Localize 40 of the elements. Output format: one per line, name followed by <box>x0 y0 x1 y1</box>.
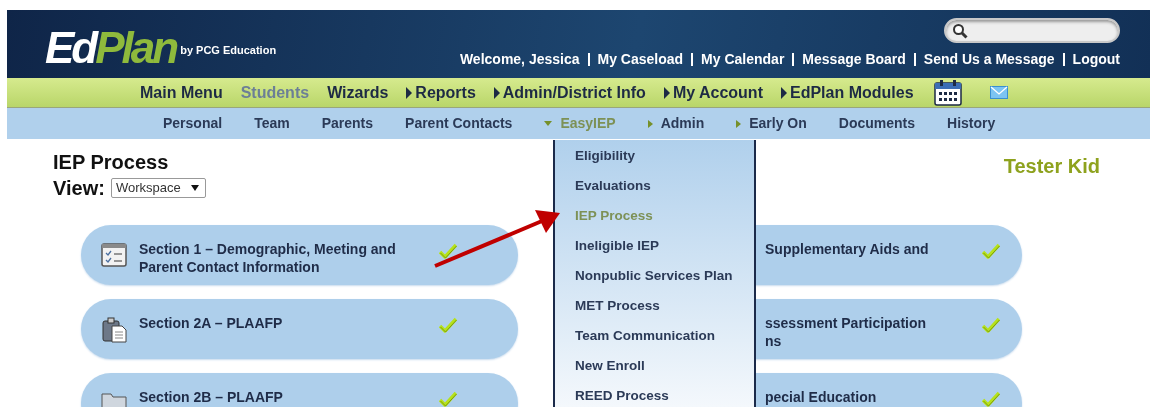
section-button[interactable]: Section 2B – PLAAFP <box>81 373 518 407</box>
nav-link[interactable]: Documents <box>838 113 916 134</box>
page-title: IEP Process <box>53 151 170 173</box>
view-select[interactable]: Workspace <box>110 178 206 198</box>
menu-item[interactable]: REED Process <box>555 384 754 407</box>
header-link[interactable]: My Caseload <box>597 49 684 70</box>
header-link[interactable]: My Calendar <box>701 49 785 70</box>
checklist-icon <box>101 243 127 267</box>
nav-link[interactable]: EdPlan Modules <box>780 80 914 105</box>
header-link[interactable]: Message Board <box>802 49 906 70</box>
nav-link[interactable]: Parents <box>321 113 374 134</box>
student-name: Tester Kid <box>1003 154 1100 179</box>
nav-link[interactable]: Admin <box>647 113 705 134</box>
calendar-icon[interactable] <box>933 79 962 106</box>
clipboard-icon <box>101 317 127 343</box>
view-label: View: <box>53 176 105 201</box>
logo-byline: by PCG Education <box>180 42 277 58</box>
nav-link[interactable]: Personal <box>163 113 223 134</box>
nav-link[interactable]: History <box>947 113 996 134</box>
search-icon <box>952 22 968 39</box>
folder-icon <box>101 391 127 407</box>
nav-link[interactable]: My Account <box>663 80 763 105</box>
menu-item[interactable]: Evaluations <box>555 174 754 204</box>
nav-link[interactable]: Wizards <box>327 80 389 105</box>
nav-link[interactable]: Parent Contacts <box>405 113 513 134</box>
section-button[interactable]: Section 1 – Demographic, Meeting and Parent Contact Information <box>81 225 518 285</box>
nav-link[interactable]: Early On <box>736 113 807 134</box>
nav-link[interactable]: Main Menu <box>140 80 223 105</box>
nav-link[interactable]: Admin/District Info <box>493 80 646 105</box>
nav-link[interactable]: Reports <box>406 80 476 105</box>
header-link[interactable]: Send Us a Message <box>923 49 1055 70</box>
search-field[interactable] <box>944 18 1120 43</box>
mail-icon[interactable] <box>989 86 1008 99</box>
logo: EdPlan <box>45 26 177 70</box>
welcome-text: Welcome, Jessica <box>459 50 580 69</box>
header-link[interactable]: Logout <box>1072 49 1120 70</box>
section-button[interactable]: Section 2A – PLAAFP <box>81 299 518 359</box>
menu-item[interactable]: Eligibility <box>555 144 754 174</box>
caret-icon <box>190 185 199 191</box>
nav-link[interactable]: Team <box>254 113 290 134</box>
